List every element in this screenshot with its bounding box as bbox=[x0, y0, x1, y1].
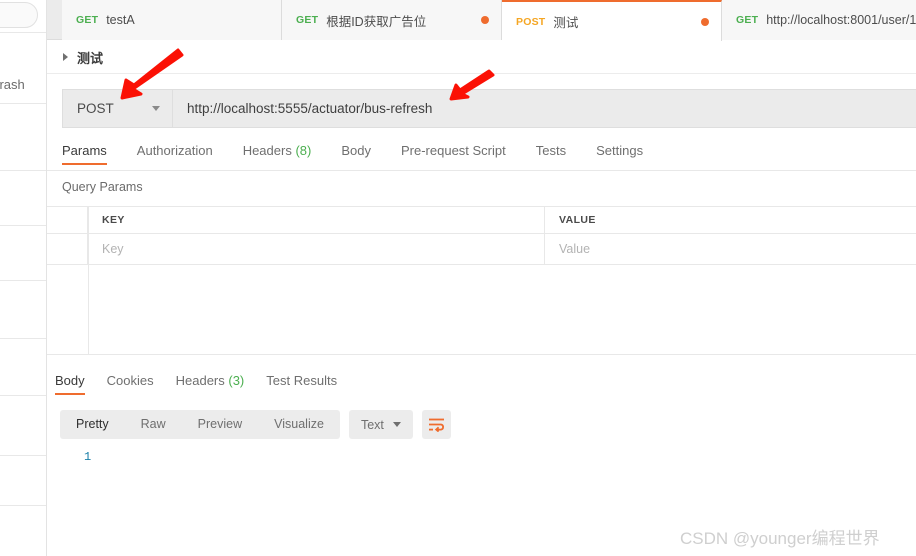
unsaved-indicator-icon bbox=[481, 16, 489, 24]
value-placeholder: Value bbox=[559, 242, 591, 256]
column-header-key: KEY bbox=[88, 207, 545, 233]
request-tab-bar: GET testA GET 根据ID获取广告位 POST 测试 GET http… bbox=[47, 0, 916, 41]
breadcrumb[interactable]: 测试 bbox=[47, 41, 916, 74]
breadcrumb-label: 测试 bbox=[77, 50, 104, 66]
tab-label: Headers bbox=[175, 373, 225, 388]
sidebar-divider bbox=[0, 455, 46, 456]
annotation-arrows bbox=[120, 48, 495, 101]
tab-method-label: GET bbox=[296, 14, 319, 26]
view-mode-preview[interactable]: Preview bbox=[182, 410, 258, 439]
url-input[interactable]: http://localhost:5555/actuator/bus-refre… bbox=[172, 89, 916, 128]
watermark: CSDN @younger编程世界 bbox=[680, 529, 880, 548]
tab-response-body[interactable]: Body bbox=[55, 373, 85, 395]
sidebar-divider bbox=[0, 32, 46, 33]
key-input-cell[interactable]: Key bbox=[88, 234, 545, 264]
postman-window: Trash GET testA GET 根据ID获取广告位 POST 测试 GE… bbox=[0, 0, 916, 556]
triangle-right-icon[interactable] bbox=[63, 53, 68, 61]
wrap-text-button[interactable] bbox=[421, 410, 451, 439]
wrap-text-icon bbox=[428, 418, 444, 432]
table-header-row: KEY VALUE bbox=[47, 207, 916, 234]
tab-settings[interactable]: Settings bbox=[596, 143, 643, 165]
tab-title: 根据ID获取广告位 bbox=[326, 14, 427, 29]
request-tabs-divider bbox=[47, 170, 916, 171]
tab-params[interactable]: Params bbox=[62, 143, 107, 165]
url-value: http://localhost:5555/actuator/bus-refre… bbox=[187, 101, 433, 116]
http-method-select[interactable]: POST bbox=[62, 89, 172, 128]
tab-label: Authorization bbox=[136, 143, 213, 158]
tab-method-label: GET bbox=[736, 14, 759, 26]
response-section-tabs: Body Cookies Headers (3) Test Results bbox=[55, 373, 359, 395]
tab-count: (8) bbox=[295, 143, 312, 158]
unsaved-indicator-icon bbox=[701, 18, 709, 26]
column-header-value: VALUE bbox=[545, 207, 916, 233]
tab-post-test[interactable]: POST 测试 bbox=[502, 0, 722, 41]
response-view-mode-group: Pretty Raw Preview Visualize bbox=[60, 410, 340, 439]
response-format-select[interactable]: Text bbox=[348, 410, 413, 439]
tab-tests[interactable]: Tests bbox=[536, 143, 566, 165]
sidebar-divider bbox=[0, 505, 46, 506]
tab-label: Tests bbox=[535, 143, 567, 158]
tab-response-cookies[interactable]: Cookies bbox=[107, 373, 154, 395]
value-input-cell[interactable]: Value bbox=[545, 234, 916, 264]
tab-label: Params bbox=[62, 143, 107, 158]
sidebar-item-trash[interactable]: Trash bbox=[0, 77, 25, 92]
tab-method-label: POST bbox=[516, 15, 546, 28]
tab-label: Cookies bbox=[106, 373, 154, 388]
tab-localhost-user[interactable]: GET http://localhost:8001/user/1 bbox=[722, 0, 916, 40]
tab-label: Test Results bbox=[266, 373, 338, 388]
tab-title: 测试 bbox=[553, 16, 579, 30]
tab-headers[interactable]: Headers (8) bbox=[243, 143, 312, 165]
sidebar: Trash bbox=[0, 0, 47, 556]
sidebar-divider bbox=[0, 338, 46, 339]
sidebar-divider bbox=[0, 395, 46, 396]
chevron-down-icon bbox=[152, 106, 160, 111]
column-header-label: VALUE bbox=[559, 214, 596, 226]
response-view-toolbar: Pretty Raw Preview Visualize Text bbox=[60, 410, 451, 439]
tab-label: Body bbox=[341, 143, 371, 158]
request-section-tabs: Params Authorization Headers (8) Body Pr… bbox=[62, 143, 673, 165]
tab-label: Pre-request Script bbox=[400, 143, 506, 158]
tab-authorization[interactable]: Authorization bbox=[137, 143, 213, 165]
tab-label: Headers bbox=[242, 143, 292, 158]
table-column-divider bbox=[88, 206, 89, 354]
tab-label: Settings bbox=[596, 143, 644, 158]
view-mode-visualize[interactable]: Visualize bbox=[258, 410, 340, 439]
tab-body[interactable]: Body bbox=[341, 143, 371, 165]
request-url-row: POST http://localhost:5555/actuator/bus-… bbox=[62, 89, 916, 128]
table-row[interactable]: Key Value bbox=[47, 234, 916, 265]
tab-method-label: GET bbox=[76, 14, 99, 26]
sidebar-divider bbox=[0, 225, 46, 226]
tab-count: (3) bbox=[228, 373, 245, 388]
tab-title: http://localhost:8001/user/1 bbox=[766, 13, 916, 27]
tab-response-headers[interactable]: Headers (3) bbox=[176, 373, 245, 395]
view-mode-pretty[interactable]: Pretty bbox=[60, 410, 125, 439]
sidebar-divider bbox=[0, 103, 46, 104]
query-params-title: Query Params bbox=[62, 180, 143, 194]
tab-testA[interactable]: GET testA bbox=[62, 0, 282, 40]
row-checkbox-cell[interactable] bbox=[47, 234, 88, 264]
key-placeholder: Key bbox=[102, 242, 124, 256]
tab-test-results[interactable]: Test Results bbox=[266, 373, 337, 395]
tab-title: testA bbox=[106, 13, 135, 27]
response-line-number: 1 bbox=[84, 450, 92, 464]
view-mode-raw[interactable]: Raw bbox=[125, 410, 182, 439]
tab-label: Body bbox=[55, 373, 85, 388]
tab-get-ad-by-id[interactable]: GET 根据ID获取广告位 bbox=[282, 0, 502, 40]
tab-pre-request-script[interactable]: Pre-request Script bbox=[401, 143, 506, 165]
sidebar-search-input[interactable] bbox=[0, 2, 38, 28]
chevron-down-icon bbox=[392, 422, 401, 427]
select-all-cell[interactable] bbox=[47, 207, 88, 233]
column-header-label: KEY bbox=[102, 214, 125, 226]
request-pane-divider bbox=[47, 354, 916, 355]
sidebar-divider bbox=[0, 280, 46, 281]
sidebar-divider bbox=[0, 170, 46, 171]
query-params-table: KEY VALUE Key Value bbox=[47, 206, 916, 265]
http-method-label: POST bbox=[77, 101, 114, 116]
response-format-label: Text bbox=[360, 417, 384, 432]
